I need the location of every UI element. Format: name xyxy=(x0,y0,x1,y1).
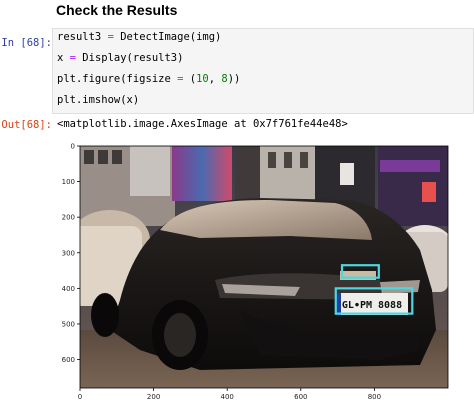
x-tick-label: 400 xyxy=(221,393,234,401)
y-tick-label: 200 xyxy=(62,214,75,222)
license-plate-text: GL∙PM 8088 xyxy=(342,300,402,311)
y-tick-label: 400 xyxy=(62,285,75,293)
y-tick-label: 0 xyxy=(71,143,75,151)
x-tick-label: 800 xyxy=(368,393,381,401)
x-tick-label: 0 xyxy=(78,393,82,401)
y-tick-label: 300 xyxy=(62,249,75,257)
y-tick-label: 500 xyxy=(62,320,75,328)
x-axis-ticks: 0 200 400 600 800 xyxy=(78,388,381,401)
x-tick-label: 600 xyxy=(294,393,307,401)
y-axis-ticks: 0 100 200 300 400 500 600 xyxy=(62,143,80,364)
x-tick-label: 200 xyxy=(147,393,160,401)
imshow-figure: GL∙PM 8088 0 200 400 600 800 0 100 200 300 400 50… xyxy=(62,143,449,401)
y-tick-label: 100 xyxy=(62,178,75,186)
y-tick-label: 600 xyxy=(62,356,75,364)
street-photo: GL∙PM 8088 xyxy=(80,146,448,388)
